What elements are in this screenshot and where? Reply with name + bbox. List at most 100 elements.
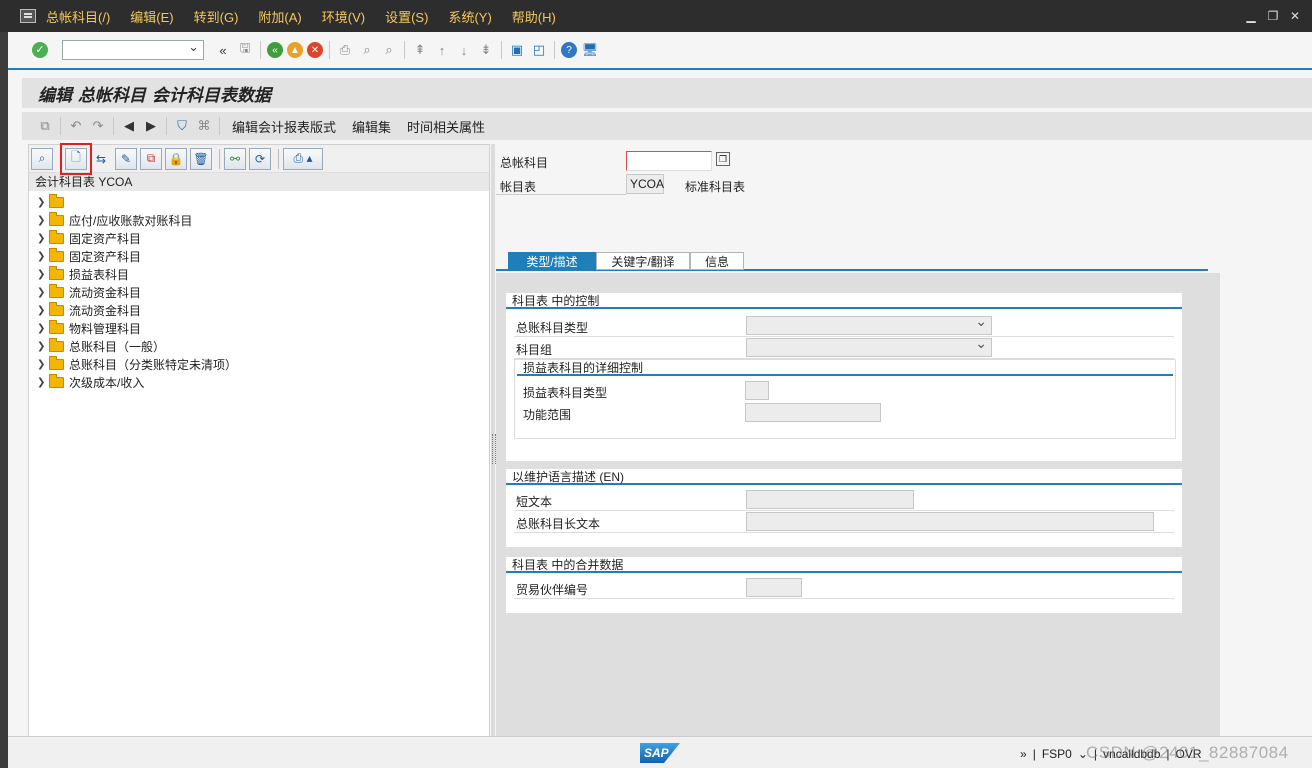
print-menu-icon[interactable]: ⎙ ▴ [283,147,323,170]
tree-node[interactable]: ❯ 损益表科目 [29,265,489,283]
help-icon[interactable]: ? [561,42,577,58]
shortcut-icon[interactable]: ◰ [530,41,548,59]
expand-arrow-icon[interactable]: ❯ [37,269,47,280]
print-icon[interactable]: ⎙ [336,41,354,59]
expand-arrow-icon[interactable]: ❯ [37,305,47,316]
delete-icon[interactable]: 🗑 [190,147,212,170]
tree-node[interactable]: ❯ 次级成本/收入 [29,373,489,391]
system-menu-icon[interactable] [20,9,36,23]
expand-arrow-icon[interactable]: ❯ [37,377,47,388]
refresh-icon[interactable]: ⟳ [249,147,271,170]
exit-icon[interactable]: ▲ [287,42,303,58]
pane-splitter[interactable] [491,144,496,764]
redo-icon[interactable]: ↷ [89,117,107,135]
copy-value-icon[interactable]: ❐ [716,152,730,166]
folder-icon [49,193,64,208]
copy-icon[interactable]: ⧉ [140,147,162,170]
last-page-icon[interactable]: ⇟ [477,41,495,59]
command-field[interactable] [62,39,204,60]
folder-icon [49,211,64,226]
collapse-icon[interactable]: « [214,41,232,59]
menu-item-goto[interactable]: 转到(G) [194,7,239,26]
menu-item-system[interactable]: 系统(Y) [448,7,491,26]
menu-item-edit[interactable]: 编辑(E) [130,7,173,26]
long-text-input[interactable] [746,512,1154,531]
enter-icon[interactable]: ✓ [32,42,48,58]
folder-icon [49,301,64,316]
hierarchy-icon[interactable]: ⚯ [224,147,246,170]
expand-arrow-icon[interactable]: ❯ [37,215,47,226]
menu-item-help[interactable]: 帮助(H) [512,7,556,26]
tree-node[interactable]: ❯ 流动资金科目 [29,283,489,301]
display-icon[interactable]: ⌘ [195,117,213,135]
trading-partner-input[interactable] [746,578,802,597]
tree-node[interactable]: ❯ 总账科目（分类账特定未清项） [29,355,489,373]
menu-item-gl-account[interactable]: 总帐科目(/) [46,7,110,26]
block-icon[interactable]: 🔒 [165,147,187,170]
first-page-icon[interactable]: ⇞ [411,41,429,59]
menu-item-environment[interactable]: 环境(V) [322,7,365,26]
where-used-icon[interactable]: ⛉ [173,117,191,135]
create-gl-account-icon[interactable]: 🗋 [60,142,92,175]
back-icon[interactable]: « [267,42,283,58]
func-area-label: 功能范围 [523,408,572,422]
next-icon[interactable]: ▶ [142,117,160,135]
time-dependent-attributes-button[interactable]: 时间相关属性 [407,117,485,136]
minimize-icon[interactable]: ▁ [1244,9,1258,23]
save-icon[interactable]: 🖫 [236,40,254,59]
expand-arrow-icon[interactable]: ❯ [37,233,47,244]
tree-node[interactable]: ❯ 物料管理科目 [29,319,489,337]
menu-item-extras[interactable]: 附加(A) [258,7,301,26]
customize-layout-icon[interactable]: 🖥 [581,41,599,59]
status-expand-icon[interactable]: » [1020,747,1027,761]
previous-icon[interactable]: ◀ [120,117,138,135]
pl-type-row: 损益表科目类型 [515,380,1175,402]
expand-arrow-icon[interactable]: ❯ [37,359,47,370]
tab-information[interactable]: 信息 [690,252,744,270]
tab-body: 科目表 中的控制 总账科目类型 科目组 损益表科目的详细控制 损益表科目类型 [496,273,1220,748]
new-session-icon[interactable]: ▣ [508,41,526,59]
tree-node-label: 损益表科目 [69,267,130,282]
change-icon[interactable]: ✎ [115,147,137,170]
tree-node[interactable]: ❯ 流动资金科目 [29,301,489,319]
find-icon[interactable]: ⌕ [358,41,376,59]
pl-type-label: 损益表科目类型 [523,386,608,400]
tree-node[interactable]: ❯ 应付/应收账款对账科目 [29,211,489,229]
tree-node[interactable]: ❯ [29,193,489,211]
expand-arrow-icon[interactable]: ❯ [37,341,47,352]
other-object-icon[interactable]: ⧉ [36,117,54,135]
cancel-icon[interactable]: ✕ [307,42,323,58]
edit-fs-version-button[interactable]: 编辑会计报表版式 [232,117,336,136]
next-page-icon[interactable]: ↓ [455,41,473,59]
display-change-icon[interactable]: ⇆ [90,148,112,170]
expand-arrow-icon[interactable]: ❯ [37,197,47,208]
close-icon[interactable]: ✕ [1288,9,1302,23]
tree-find-icon[interactable]: ⌕ [31,147,53,170]
tree-node[interactable]: ❯ 总账科目（一般） [29,337,489,355]
menu-item-settings[interactable]: 设置(S) [385,7,428,26]
account-group-select[interactable] [746,335,992,357]
find-next-icon[interactable]: ⌕ [380,41,398,59]
tab-strip: 类型/描述 关键字/翻译 信息 [496,252,1208,271]
toolbar-separator [404,41,405,59]
expand-arrow-icon[interactable]: ❯ [37,251,47,262]
restore-icon[interactable]: ❐ [1266,9,1280,23]
description-group: 以维护语言描述 (EN) 短文本 总账科目长文本 [506,469,1182,547]
tree-node-label: 物料管理科目 [69,321,142,336]
folder-icon [49,319,64,334]
short-text-input[interactable] [746,490,914,509]
tab-keyword-translation[interactable]: 关键字/翻译 [596,252,690,270]
func-area-input[interactable] [745,403,881,422]
gl-account-input[interactable] [626,151,712,171]
edit-set-button[interactable]: 编辑集 [352,117,391,136]
pl-type-input[interactable] [745,381,769,400]
gl-account-type-select[interactable] [746,313,992,335]
tree-node[interactable]: ❯ 固定资产科目 [29,247,489,265]
undo-icon[interactable]: ↶ [67,117,85,135]
tree-node[interactable]: ❯ 固定资产科目 [29,229,489,247]
navigation-pane: ⌕ 🗋 ⇆ ✎ ⧉ 🔒 🗑 ⚯ ⟳ ⎙ ▴ 会计科目表 YCOA ❯ ❯ 应付/应… [28,142,490,764]
expand-arrow-icon[interactable]: ❯ [37,323,47,334]
tab-type-description[interactable]: 类型/描述 [508,252,596,270]
expand-arrow-icon[interactable]: ❯ [37,287,47,298]
previous-page-icon[interactable]: ↑ [433,41,451,59]
